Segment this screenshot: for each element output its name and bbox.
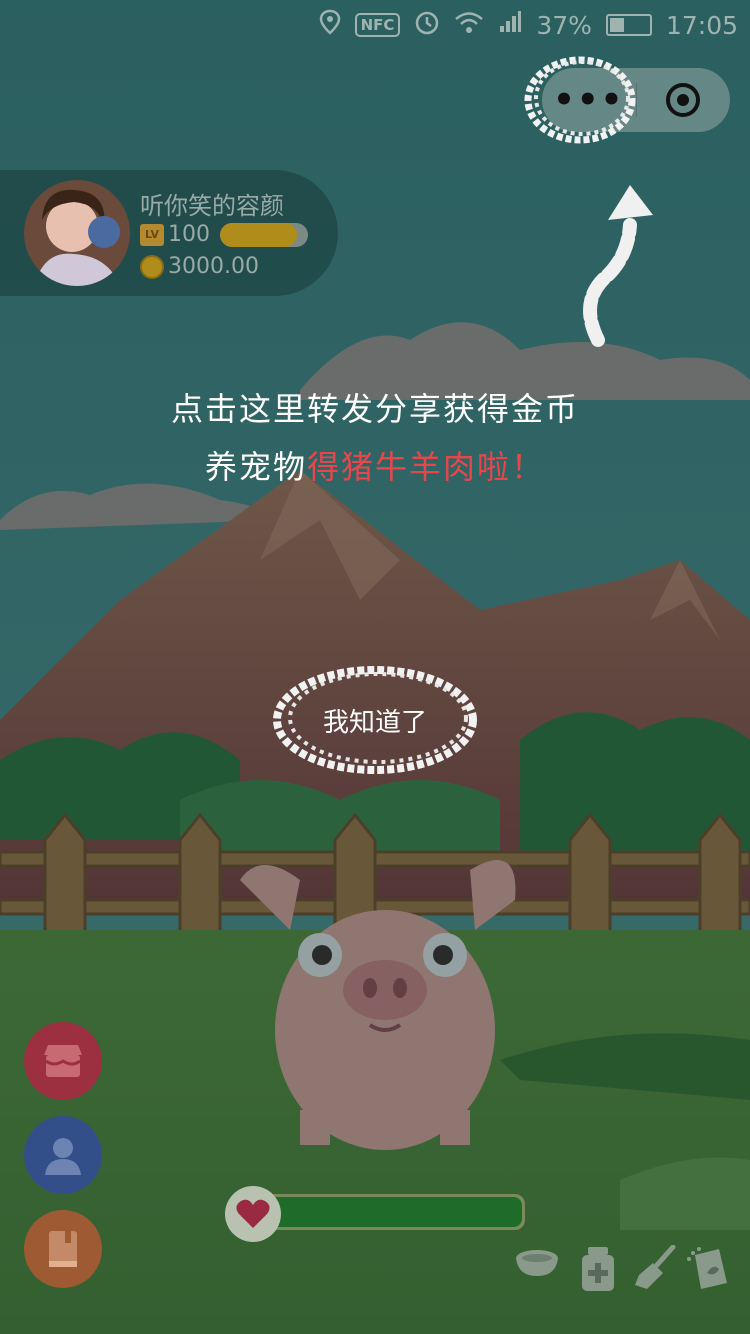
- handbook-button[interactable]: [24, 1210, 102, 1288]
- user-icon: [45, 1138, 81, 1175]
- shop-button[interactable]: [24, 1022, 102, 1100]
- coin-balance: 3000.00: [168, 254, 259, 279]
- location-icon: [319, 9, 341, 41]
- level-value: 100: [168, 222, 210, 247]
- guide-tip-line2: 养宠物得猪牛羊肉啦！: [0, 442, 750, 488]
- signal-icon: [498, 10, 522, 40]
- chalk-circle-highlight: [524, 56, 636, 144]
- got-it-button[interactable]: 我知道了: [270, 660, 480, 780]
- health-track: [259, 1194, 525, 1230]
- clean-tool[interactable]: [632, 1244, 678, 1292]
- guide-tip-line1: 点击这里转发分享获得金币: [170, 390, 579, 428]
- wifi-icon: [454, 10, 484, 40]
- avatar[interactable]: [24, 180, 130, 286]
- heart-icon: [236, 1199, 270, 1228]
- book-icon: [49, 1231, 77, 1267]
- seed-bag-icon: [687, 1247, 727, 1289]
- level-progress-bar: [220, 222, 308, 247]
- nfc-icon: NFC: [354, 13, 401, 37]
- broom-icon: [635, 1245, 676, 1289]
- level-badge-icon: LV: [140, 223, 164, 246]
- alarm-icon: [414, 9, 440, 41]
- battery-percent: 37%: [536, 10, 592, 40]
- shop-icon: [44, 1045, 82, 1077]
- chalk-arrow-icon: [583, 185, 653, 347]
- bowl-icon: [516, 1250, 558, 1276]
- close-target-icon: [666, 83, 701, 117]
- profile-button[interactable]: [24, 1116, 102, 1194]
- seed-tool[interactable]: [684, 1244, 730, 1292]
- profile-card[interactable]: 听你笑的容颜 LV 100 3000.00: [0, 170, 338, 296]
- guide-tip-highlight: 得猪牛羊肉啦！: [307, 448, 546, 486]
- health-bar: [225, 1186, 527, 1242]
- guide-tip-prefix: 养宠物: [204, 448, 307, 486]
- close-button[interactable]: [637, 68, 731, 132]
- feed-tool[interactable]: [512, 1242, 562, 1282]
- level-row: LV 100: [140, 222, 308, 247]
- heart-badge: [225, 1186, 281, 1242]
- battery-icon: [605, 14, 652, 36]
- clock: 17:05: [665, 10, 738, 40]
- coin-icon: [140, 254, 164, 279]
- medicine-tool[interactable]: [578, 1244, 618, 1294]
- coin-row: 3000.00: [140, 254, 259, 279]
- medicine-icon: [582, 1247, 614, 1291]
- player-name: 听你笑的容颜: [140, 192, 284, 220]
- got-it-label: 我知道了: [322, 707, 427, 738]
- status-bar: NFC 37% 17:05: [0, 0, 750, 50]
